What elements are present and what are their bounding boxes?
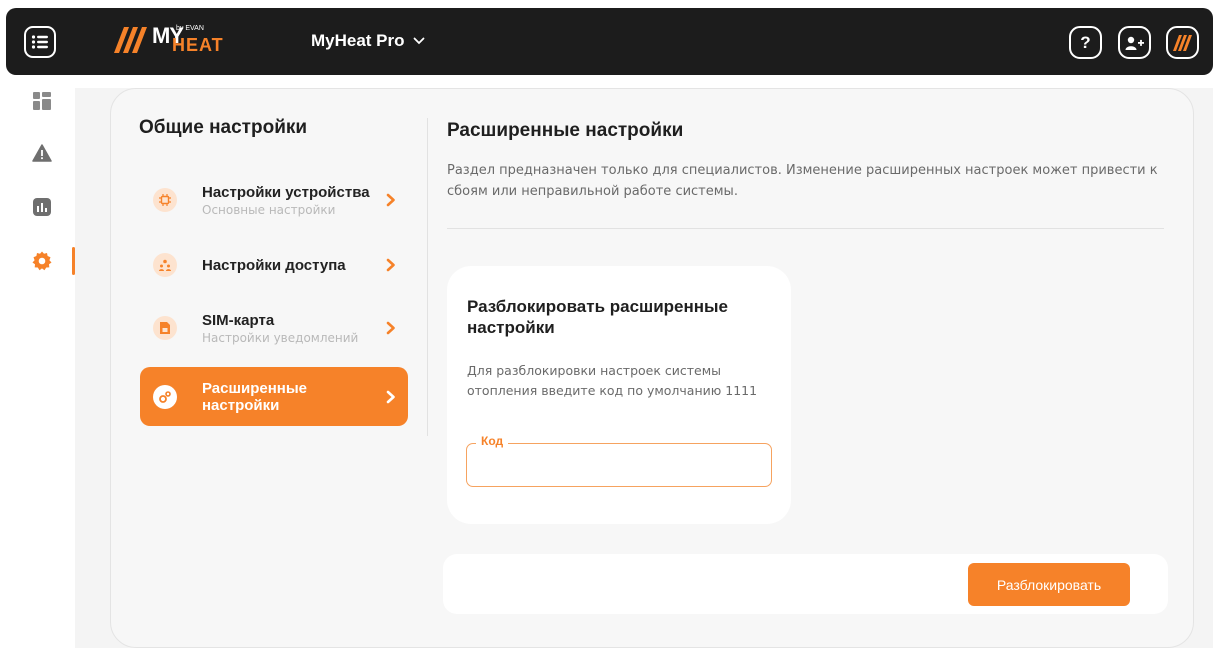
sidebar-divider [427,118,428,436]
chevron-right-icon [384,193,398,207]
help-button[interactable]: ? [1069,26,1102,59]
sidebar-title: Общие настройки [139,117,308,138]
sidebar-item-label: Настройки доступа [202,256,346,274]
sidebar-item-advanced[interactable]: Расширенные настройки [140,367,408,426]
brand-wordmark: MY by EVAN HEAT [152,23,223,55]
menu-icon[interactable] [24,26,56,58]
users-icon [153,253,177,277]
sim-icon [153,316,177,340]
brand-heat: HEAT [172,35,224,55]
sidebar-item-sim[interactable]: SIM-карта Настройки уведомлений [140,308,408,348]
chevron-right-icon [384,321,398,335]
chip-icon [153,188,177,212]
top-bar: MY by EVAN HEAT MyHeat Pro ? [6,8,1213,75]
brand-by: by EVAN [176,25,204,32]
section-divider [447,228,1164,229]
brand-button[interactable] [1166,26,1199,59]
device-name: MyHeat Pro [311,31,405,50]
sidebar-item-sub: Настройки уведомлений [202,330,359,345]
code-field[interactable]: Код [466,434,772,487]
flame-logo-icon [114,27,147,53]
gear-icon[interactable] [32,251,52,271]
unlock-hint: Для разблокировки настроек системы отопл… [467,363,758,398]
brand-logo[interactable]: MY by EVAN HEAT [110,23,223,55]
unlock-title: Разблокировать расширенные настройки [467,297,729,337]
dashboard-icon[interactable] [32,91,52,111]
unlock-card: Разблокировать расширенные настройки Для… [447,266,791,524]
sidebar-item-access[interactable]: Настройки доступа [140,252,408,278]
sidebar-item-label: Настройки устройства [202,183,370,201]
add-user-button[interactable] [1118,26,1151,59]
code-input[interactable] [477,454,757,476]
flame-logo-icon [1172,34,1192,51]
page-title: Расширенные настройки [447,120,684,141]
chevron-right-icon [384,390,398,404]
add-user-icon [1125,36,1144,50]
gears-icon [153,384,177,409]
help-icon: ? [1080,32,1091,52]
unlock-button[interactable]: Разблокировать [968,563,1130,606]
sidebar-item-label: Расширенные настройки [202,379,307,414]
chevron-right-icon [384,258,398,272]
device-selector[interactable]: MyHeat Pro [311,31,425,51]
chart-icon[interactable] [32,197,52,217]
code-label: Код [476,434,509,448]
chevron-down-icon [413,37,424,45]
action-bar: Разблокировать [443,554,1168,614]
sidebar-item-device[interactable]: Настройки устройства Основные настройки [140,178,408,222]
alert-icon[interactable] [32,143,52,163]
sidebar-item-sub: Основные настройки [202,202,336,217]
sidebar-item-label: SIM-карта [202,311,275,329]
page-description: Раздел предназначен только для специалис… [447,163,1158,199]
